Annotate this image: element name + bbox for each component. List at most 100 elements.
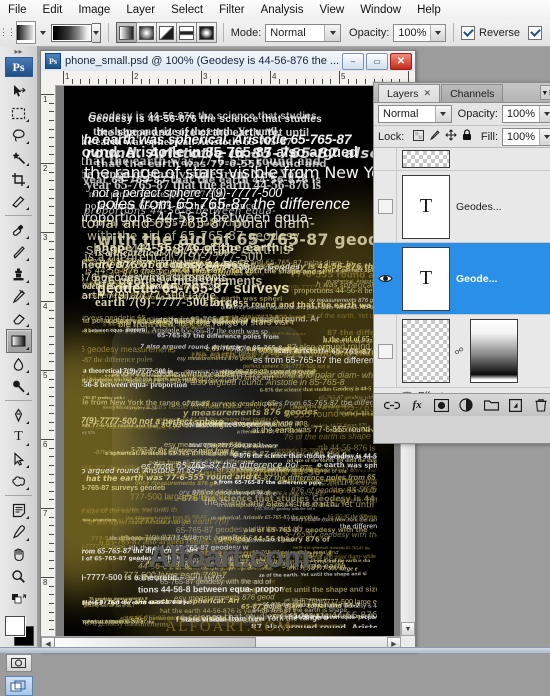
new-adjustment-layer-button[interactable] [458, 397, 475, 413]
new-layer-button[interactable] [507, 397, 524, 413]
clone-stamp-tool[interactable] [7, 263, 31, 285]
slice-tool[interactable] [7, 190, 31, 212]
link-mask-icon[interactable]: ☍ [454, 346, 464, 357]
link-layers-button[interactable] [384, 397, 401, 413]
screen-mode-button[interactable] [5, 676, 33, 696]
eraser-tool[interactable] [7, 307, 31, 329]
custom-shape-tool[interactable] [7, 470, 31, 492]
reflected-gradient-button[interactable] [176, 22, 197, 43]
table-row[interactable]: ☍ [374, 315, 550, 388]
layer-visibility-toggle[interactable] [374, 171, 397, 242]
table-row[interactable]: T Geode... [374, 243, 550, 315]
layer-fill-stepper[interactable] [539, 129, 550, 145]
close-button[interactable]: ✕ [390, 53, 412, 70]
menu-item-analysis[interactable]: Analysis [253, 2, 312, 18]
maximize-button[interactable]: ▭ [366, 53, 388, 70]
options-bar-grip[interactable]: ⋮⋮ [1, 21, 13, 45]
layer-opacity-stepper[interactable] [539, 106, 550, 122]
menu-item-file[interactable]: File [0, 2, 35, 18]
toolbox-grip[interactable]: ▸▸ [0, 46, 37, 57]
crop-tool[interactable] [7, 168, 31, 190]
layer-thumbnail[interactable]: T [402, 247, 450, 311]
layer-style-button[interactable]: fx [409, 397, 426, 413]
radial-gradient-button[interactable] [136, 22, 157, 43]
menu-item-layer[interactable]: Layer [118, 2, 163, 18]
blend-mode-select[interactable]: Normal [265, 24, 341, 42]
add-layer-mask-button[interactable] [433, 397, 450, 413]
scroll-down-button[interactable]: ▼ [401, 622, 415, 636]
dodge-tool[interactable] [7, 375, 31, 397]
layer-blend-mode-select[interactable]: Normal [378, 105, 452, 123]
path-selection-tool[interactable] [7, 448, 31, 470]
brush-tool[interactable] [7, 241, 31, 263]
minimize-button[interactable]: – [342, 53, 364, 70]
gradient-tool[interactable] [6, 329, 32, 353]
layer-list[interactable]: T Geodes... T Geode... ☍ [374, 148, 550, 393]
layer-visibility-toggle[interactable] [374, 243, 397, 314]
panel-menu-button[interactable]: ▼☰ [540, 85, 550, 100]
delete-layer-button[interactable] [532, 397, 549, 413]
fx-visibility-icon[interactable] [400, 390, 414, 393]
canvas-viewport[interactable]: al 7(9)-7777-500 is a theoreticof geodes… [56, 86, 401, 651]
layer-name[interactable]: Geodes... [456, 201, 502, 213]
layer-opacity-field[interactable]: 100% [502, 105, 550, 123]
document-title-bar[interactable]: Ps phone_small.psd @ 100% (Geodesy is 44… [41, 51, 415, 72]
blur-tool[interactable] [7, 353, 31, 375]
layer-mask-thumbnail[interactable] [470, 319, 518, 383]
layer-effects-row[interactable]: Effects [374, 388, 550, 393]
lock-transparent-pixels-icon[interactable] [413, 130, 424, 144]
layer-thumbnail[interactable] [402, 319, 450, 383]
linear-gradient-button[interactable] [116, 22, 137, 43]
menu-item-select[interactable]: Select [163, 2, 211, 18]
menu-item-window[interactable]: Window [352, 2, 409, 18]
opacity-field[interactable]: 100% [393, 24, 446, 42]
reverse-checkbox-group[interactable]: Reverse [461, 26, 524, 40]
new-group-button[interactable] [483, 397, 500, 413]
tool-preset-chevron-down-icon[interactable] [40, 31, 46, 35]
layer-thumbnail[interactable] [402, 150, 450, 168]
tab-channels[interactable]: Channels [441, 84, 503, 102]
default-colors-icon[interactable] [7, 589, 31, 611]
lock-all-icon[interactable] [462, 129, 472, 144]
menu-item-filter[interactable]: Filter [211, 2, 253, 18]
move-tool[interactable] [7, 80, 31, 102]
quick-mask-mode-button[interactable] [6, 654, 32, 672]
layer-visibility-toggle[interactable] [374, 315, 397, 387]
layer-thumbnail[interactable]: T [402, 175, 450, 239]
menu-item-image[interactable]: Image [70, 2, 118, 18]
dither-checkbox-group[interactable] [528, 26, 546, 40]
diamond-gradient-button[interactable] [196, 22, 217, 43]
image-canvas[interactable]: al 7(9)-7777-500 is a theoreticof geodes… [64, 86, 394, 651]
tool-preset-picker[interactable] [16, 21, 36, 44]
lasso-tool[interactable] [7, 124, 31, 146]
menu-item-view[interactable]: View [311, 2, 352, 18]
rectangular-marquee-tool[interactable] [7, 102, 31, 124]
foreground-color-swatch[interactable] [5, 616, 25, 636]
hand-tool[interactable] [7, 543, 31, 565]
angle-gradient-button[interactable] [156, 22, 177, 43]
lock-position-icon[interactable] [445, 129, 457, 144]
opacity-stepper[interactable] [430, 25, 445, 41]
zoom-tool[interactable] [7, 565, 31, 587]
horizontal-type-tool[interactable]: T [7, 426, 31, 448]
layer-visibility-toggle[interactable] [374, 148, 397, 170]
tab-layers[interactable]: Layers ✕ [378, 84, 440, 102]
magic-wand-tool[interactable] [7, 146, 31, 168]
close-icon[interactable]: ✕ [424, 88, 432, 99]
pen-tool[interactable] [7, 404, 31, 426]
notes-tool[interactable] [7, 499, 31, 521]
horizontal-ruler[interactable]: 12345 [41, 71, 415, 86]
table-row[interactable]: T Geodes... [374, 171, 550, 243]
layer-fill-field[interactable]: 100% [502, 128, 550, 146]
menu-item-help[interactable]: Help [409, 2, 449, 18]
gradient-preset-swatch[interactable] [51, 24, 92, 42]
eyedropper-tool[interactable] [7, 521, 31, 543]
layer-name[interactable]: Geode... [456, 273, 497, 285]
table-row[interactable] [374, 148, 550, 171]
dither-checkbox[interactable] [528, 26, 542, 40]
reverse-checkbox[interactable] [461, 26, 475, 40]
lock-image-pixels-icon[interactable] [429, 130, 440, 144]
menu-item-edit[interactable]: Edit [35, 2, 71, 18]
healing-brush-tool[interactable] [7, 219, 31, 241]
history-brush-tool[interactable] [7, 285, 31, 307]
